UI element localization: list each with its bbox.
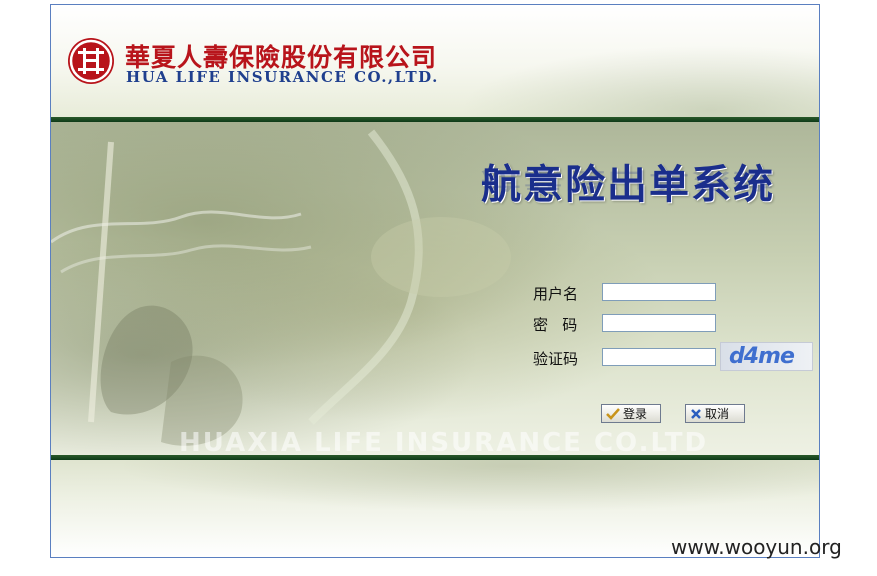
header-decoration bbox=[459, 45, 819, 117]
captcha-text: d4me bbox=[729, 344, 795, 369]
cancel-button[interactable]: 取消 bbox=[685, 404, 745, 423]
captcha-image[interactable]: d4me bbox=[720, 342, 813, 371]
company-name-english: HUA LIFE INSURANCE CO.,LTD. bbox=[126, 68, 439, 86]
login-button-label: 登录 bbox=[623, 407, 648, 421]
check-icon bbox=[606, 407, 620, 420]
password-label: 密 码 bbox=[533, 316, 578, 334]
login-page-frame: 華夏人壽保險股份有限公司 HUA LIFE INSURANCE CO.,LTD.… bbox=[50, 4, 820, 558]
cancel-button-label: 取消 bbox=[705, 407, 730, 421]
close-icon bbox=[691, 408, 701, 419]
footer-decoration bbox=[51, 460, 819, 520]
header: 華夏人壽保險股份有限公司 HUA LIFE INSURANCE CO.,LTD. bbox=[51, 5, 819, 117]
system-title-reflection: 航意险出单系统 bbox=[481, 167, 775, 193]
site-credit: www.wooyun.org bbox=[671, 535, 842, 559]
username-input[interactable] bbox=[602, 283, 716, 301]
hua-xia-logo-icon bbox=[68, 38, 114, 84]
captcha-input[interactable] bbox=[602, 348, 716, 366]
login-button[interactable]: 登录 bbox=[601, 404, 661, 423]
username-label: 用户名 bbox=[533, 285, 579, 303]
captcha-label: 验证码 bbox=[533, 350, 579, 368]
company-watermark: HUAXIA LIFE INSURANCE CO.LTD bbox=[179, 428, 709, 455]
password-input[interactable] bbox=[602, 314, 716, 332]
